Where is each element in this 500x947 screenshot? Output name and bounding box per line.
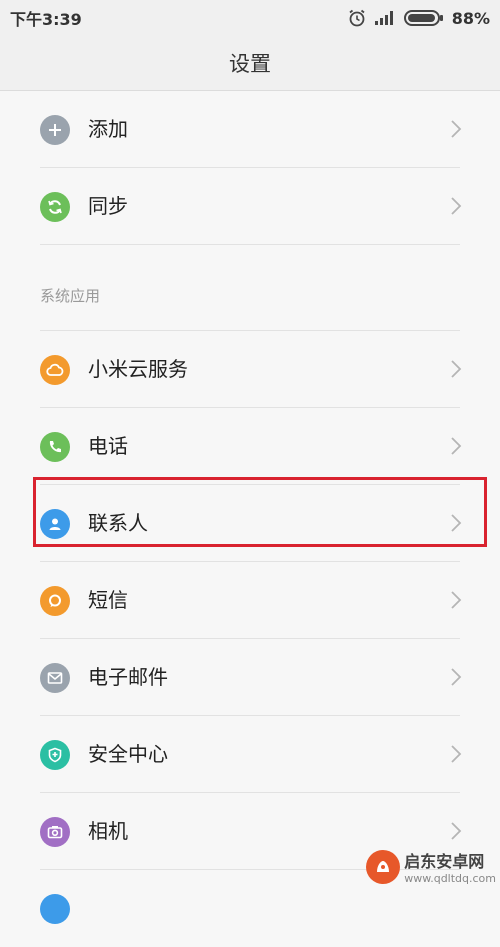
cloud-icon [40, 355, 70, 385]
shield-icon [40, 740, 70, 770]
watermark: 启东安卓网 www.qdltdq.com [366, 848, 496, 885]
settings-item-email[interactable]: 电子邮件 [0, 639, 500, 716]
battery-percent: 88% [451, 8, 490, 28]
settings-item-label: 添加 [88, 117, 128, 141]
settings-item-security-center[interactable]: 安全中心 [0, 716, 500, 793]
settings-item-messages[interactable]: 短信 [0, 562, 500, 639]
section-title: 系统应用 [40, 287, 101, 305]
watermark-logo-icon [366, 849, 401, 884]
chevron-right-icon [451, 591, 462, 609]
chevron-right-icon [451, 745, 462, 763]
settings-item-label: 小米云服务 [88, 357, 188, 381]
sync-icon [40, 192, 70, 222]
settings-item-label: 相机 [88, 819, 128, 843]
chevron-right-icon [451, 437, 462, 455]
status-indicators: 88% [348, 9, 490, 28]
chevron-right-icon [451, 822, 462, 840]
mail-icon [40, 663, 70, 693]
settings-item-sync[interactable]: 同步 [0, 168, 500, 245]
plus-icon [40, 115, 70, 145]
watermark-name: 启东安卓网 [404, 852, 485, 871]
status-bar: 下午3:39 88% [0, 0, 500, 36]
settings-item-phone[interactable]: 电话 [0, 408, 500, 485]
alarm-icon [349, 9, 365, 27]
settings-item-label: 电话 [88, 434, 128, 458]
settings-item-label: 安全中心 [88, 742, 168, 766]
section-header: 系统应用 [0, 245, 500, 331]
phone-icon [40, 432, 70, 462]
settings-item-label: 电子邮件 [88, 665, 168, 689]
settings-item-mi-cloud[interactable]: 小米云服务 [0, 331, 500, 408]
signal-icon [374, 11, 393, 25]
title-bar: 设置 [0, 36, 500, 91]
chevron-right-icon [451, 668, 462, 686]
settings-item-label: 短信 [88, 588, 128, 612]
watermark-url: www.qdltdq.com [404, 872, 496, 885]
settings-item-label: 同步 [88, 194, 128, 218]
watermark-text: 启东安卓网 www.qdltdq.com [404, 848, 496, 885]
chevron-right-icon [451, 360, 462, 378]
highlight-box [33, 477, 487, 547]
chevron-right-icon [451, 197, 462, 215]
battery-icon [403, 10, 443, 26]
page-title: 设置 [229, 52, 271, 76]
settings-item-add[interactable]: 添加 [0, 91, 500, 168]
chevron-right-icon [451, 120, 462, 138]
camera-icon [40, 817, 70, 847]
message-icon [40, 586, 70, 616]
app-icon [40, 894, 70, 924]
status-time: 下午3:39 [10, 10, 82, 29]
